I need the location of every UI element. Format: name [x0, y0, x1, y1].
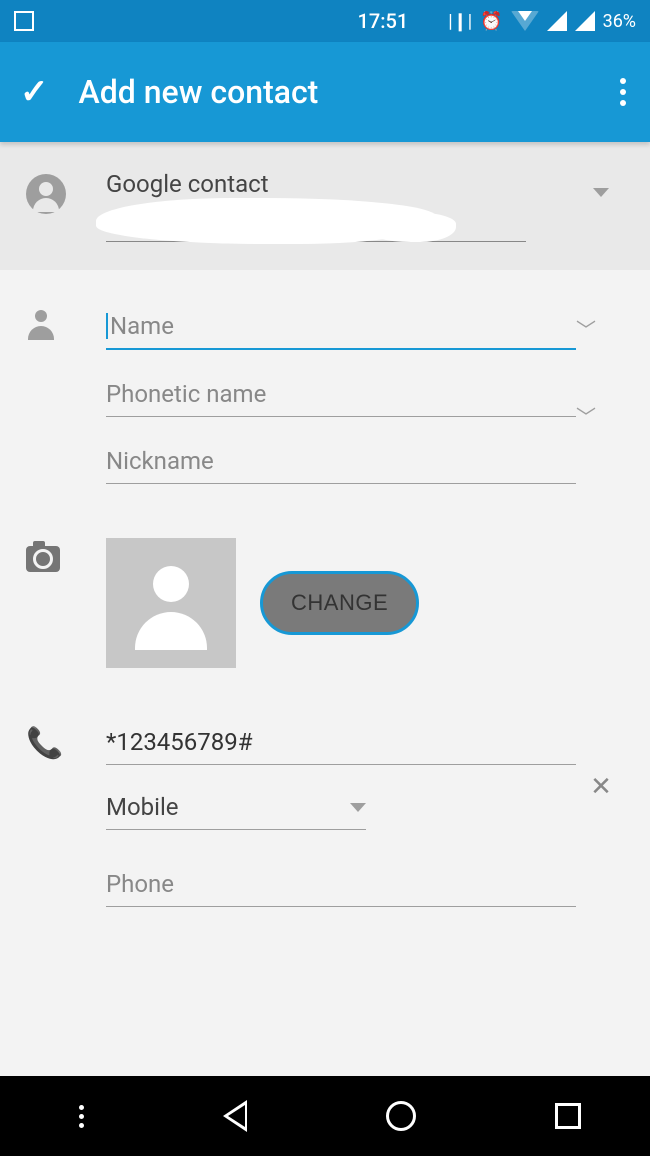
navigation-bar: [0, 1076, 650, 1156]
status-time: 17:51: [358, 9, 409, 33]
wifi-icon: [511, 11, 539, 31]
overflow-menu-icon[interactable]: [616, 70, 630, 114]
nickname-field[interactable]: Nickname: [106, 441, 576, 484]
name-section: Name Phonetic name Nickname ﹀ ﹀: [0, 270, 650, 498]
change-photo-button[interactable]: CHANGE: [260, 571, 419, 635]
page-title: Add new contact: [79, 73, 319, 111]
phone-type-dropdown[interactable]: Mobile: [106, 785, 366, 830]
phone-type-label: Mobile: [106, 793, 179, 821]
name-field[interactable]: Name: [106, 306, 576, 350]
phone2-placeholder: Phone: [106, 870, 174, 898]
account-type-label: Google contact: [106, 170, 576, 198]
chevron-down-icon[interactable]: ﹀: [576, 401, 626, 430]
account-icon: [26, 174, 66, 214]
battery-text: 36%: [603, 11, 636, 32]
photo-section: CHANGE: [0, 498, 650, 682]
close-icon[interactable]: ✕: [590, 772, 612, 802]
phonetic-placeholder: Phonetic name: [106, 380, 266, 408]
app-bar: ✓ Add new contact: [0, 42, 650, 142]
signal-icon: [547, 11, 567, 31]
status-bar: 17:51 |❙| ⏰ 36%: [0, 0, 650, 42]
phone-section: 📞 *123456789# Mobile Phone ✕: [0, 682, 650, 921]
status-app-icon: [14, 11, 34, 31]
camera-icon: [26, 546, 60, 572]
signal2-icon: [575, 11, 595, 31]
phone-value: *123456789#: [106, 728, 253, 756]
content-area: Google contact Name Phonetic name Nickna…: [0, 142, 650, 1076]
nav-home-icon[interactable]: [386, 1101, 416, 1131]
contact-avatar[interactable]: [106, 538, 236, 668]
status-icons: |❙| ⏰ 36%: [448, 11, 636, 32]
redaction: [366, 212, 456, 242]
confirm-icon[interactable]: ✓: [20, 72, 49, 112]
phone-field[interactable]: *123456789#: [106, 722, 576, 765]
dropdown-icon: [350, 803, 366, 812]
person-icon: [26, 310, 56, 340]
chevron-down-icon[interactable]: ﹀: [576, 314, 626, 343]
vibrate-icon: |❙|: [448, 11, 472, 32]
nav-recent-icon[interactable]: [555, 1103, 581, 1129]
dropdown-icon[interactable]: [593, 188, 609, 197]
alarm-icon: ⏰: [480, 11, 502, 32]
nav-menu-icon[interactable]: [69, 1105, 84, 1128]
phone2-field[interactable]: Phone: [106, 864, 576, 907]
nickname-placeholder: Nickname: [106, 447, 214, 475]
nav-back-icon[interactable]: [223, 1100, 247, 1132]
name-placeholder: Name: [110, 312, 174, 340]
phonetic-field[interactable]: Phonetic name: [106, 374, 576, 417]
account-section[interactable]: Google contact: [0, 142, 650, 270]
phone-icon: 📞: [26, 726, 56, 756]
